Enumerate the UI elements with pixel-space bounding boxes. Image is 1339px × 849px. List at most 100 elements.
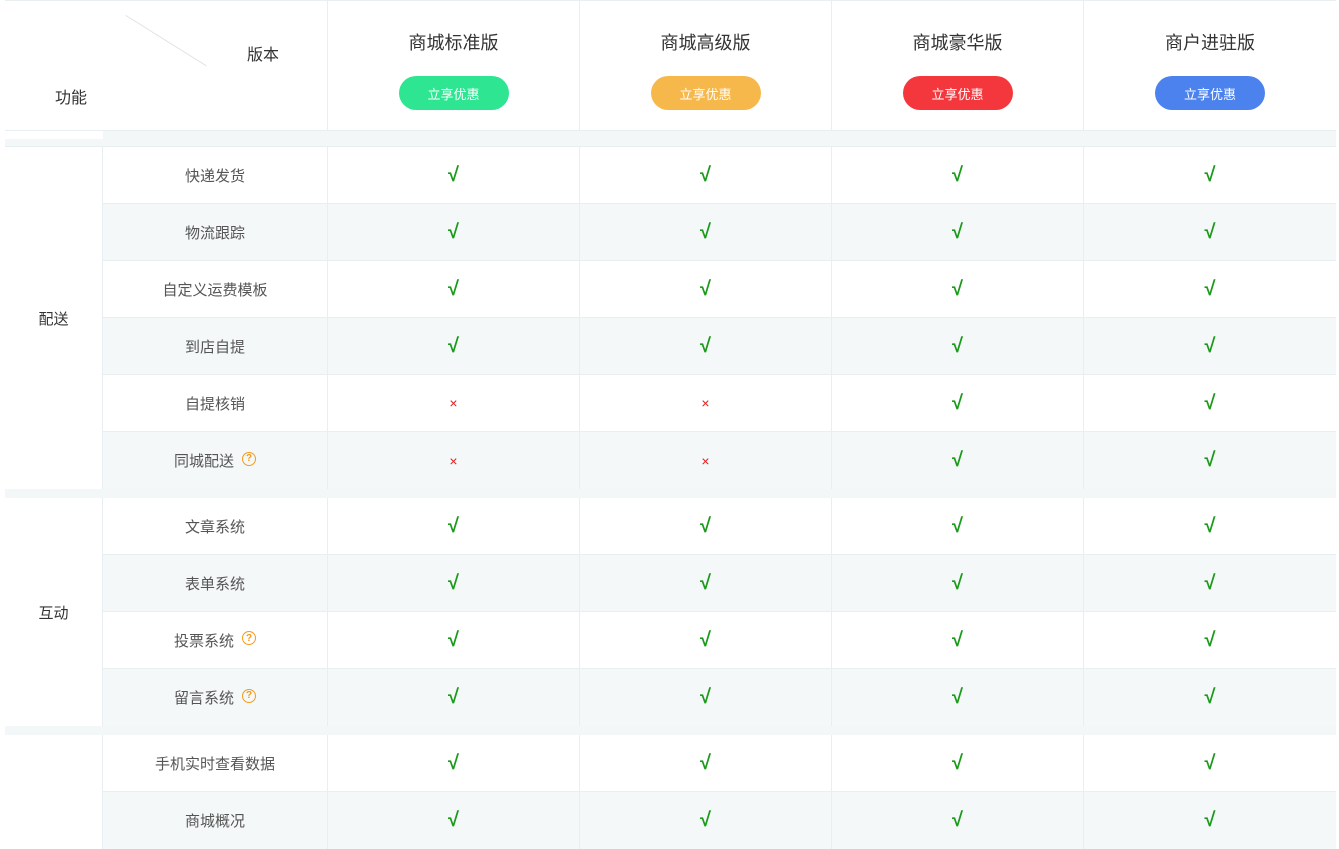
check-icon: √ [448,514,459,537]
category-label: 配送 [5,147,103,489]
check-icon: √ [952,628,963,651]
support-cell: √ [328,612,580,668]
check-icon: √ [700,571,711,594]
claim-offer-button[interactable]: 立享优惠 [1155,76,1265,110]
support-cell: √ [1084,498,1336,554]
check-icon: √ [952,163,963,186]
check-icon: √ [952,809,963,831]
support-cell: √ [1084,261,1336,317]
check-icon: √ [1204,163,1216,186]
support-cell: √ [832,432,1084,489]
check-icon: √ [448,220,459,243]
feature-cell: 自定义运费模板 [103,261,328,317]
support-cell: × [328,375,580,431]
support-cell: √ [1084,735,1336,791]
support-cell: √ [832,612,1084,668]
version-name: 商城高级版 [660,33,751,53]
section-rows: 快递发货 √ √ √ √ 物流跟踪 √ √ √ √ 自定义运费模板 √ √ √ √ 到店自提 √ √ √ √ 自提核销 ×… [103,147,1336,489]
support-cell: √ [832,735,1084,791]
table-row: 留言系统? √ √ √ √ [103,669,1336,726]
header-spacer [5,131,1336,147]
support-cell: √ [580,147,832,203]
version-column-header: 商城标准版 立享优惠 [328,1,580,130]
support-cell: √ [832,555,1084,611]
table-row: 手机实时查看数据 √ √ √ √ [103,735,1336,792]
support-cell: √ [832,147,1084,203]
support-cell: √ [328,498,580,554]
check-icon: √ [448,277,459,300]
feature-name: 文章系统 [184,518,245,536]
support-cell: √ [832,498,1084,554]
support-cell: √ [580,204,832,260]
support-cell: √ [328,204,580,260]
feature-cell: 到店自提 [103,318,328,374]
version-column-header: 商户进驻版 立享优惠 [1084,1,1336,130]
support-cell: √ [832,669,1084,726]
check-icon: √ [1204,809,1216,831]
feature-name: 手机实时查看数据 [154,755,275,773]
check-icon: √ [448,163,459,186]
category-label [5,735,103,849]
check-icon: √ [448,628,459,651]
support-cell: √ [1084,612,1336,668]
check-icon: √ [700,628,711,651]
table-row: 快递发货 √ √ √ √ [103,147,1336,204]
diagonal-divider [125,15,207,67]
feature-cell: 留言系统? [103,669,328,726]
claim-offer-button[interactable]: 立享优惠 [398,76,509,110]
support-cell: √ [580,498,832,554]
table-row: 到店自提 √ √ √ √ [103,318,1336,375]
check-icon: √ [700,220,711,243]
feature-name: 自提核销 [184,395,245,413]
check-icon: √ [700,277,711,300]
feature-cell: 快递发货 [103,147,328,203]
check-icon: √ [700,163,711,186]
support-cell: √ [580,318,832,374]
check-icon: √ [448,751,459,774]
table-row: 商城概况 √ √ √ √ [103,792,1336,849]
feature-cell: 自提核销 [103,375,328,431]
check-icon: √ [1204,277,1216,300]
feature-section: 互动 文章系统 √ √ √ √ 表单系统 √ √ √ √ 投票系统? √ √ √ √ 留言系统? √ √ √ √ [5,498,1336,726]
support-cell: √ [328,147,580,203]
support-cell: √ [832,375,1084,431]
check-icon: √ [700,334,711,357]
support-cell: √ [328,792,580,849]
check-icon: √ [952,751,963,774]
feature-name: 表单系统 [184,575,245,593]
check-icon: √ [448,334,459,357]
check-icon: √ [448,809,459,831]
spacer-cell [5,131,103,139]
table-row: 同城配送? × × √ √ [103,432,1336,489]
feature-name: 商城概况 [184,813,245,830]
support-cell: √ [580,261,832,317]
claim-offer-button[interactable]: 立享优惠 [902,76,1013,110]
support-cell: √ [328,318,580,374]
check-icon: √ [700,751,711,774]
help-icon[interactable]: ? [242,688,256,703]
feature-cell: 手机实时查看数据 [103,735,328,791]
feature-cell: 表单系统 [103,555,328,611]
help-icon[interactable]: ? [242,451,256,466]
feature-axis-label: 功能 [55,90,88,107]
feature-name: 留言系统 [173,690,234,707]
feature-name: 投票系统 [173,632,234,650]
cross-icon: × [449,395,458,411]
table-row: 文章系统 √ √ √ √ [103,498,1336,555]
feature-name: 到店自提 [184,338,245,356]
check-icon: √ [1204,571,1216,594]
support-cell: √ [580,792,832,849]
support-cell: √ [1084,318,1336,374]
check-icon: √ [700,809,711,831]
version-name: 商城豪华版 [912,33,1003,53]
header-corner: 版本 功能 [5,1,328,130]
feature-name: 物流跟踪 [184,224,245,242]
support-cell: √ [580,612,832,668]
help-icon[interactable]: ? [242,631,256,645]
feature-cell: 投票系统? [103,612,328,668]
category-label: 互动 [5,498,103,726]
support-cell: √ [580,555,832,611]
feature-name: 快递发货 [184,167,245,185]
claim-offer-button[interactable]: 立享优惠 [650,76,761,110]
support-cell: √ [1084,792,1336,849]
